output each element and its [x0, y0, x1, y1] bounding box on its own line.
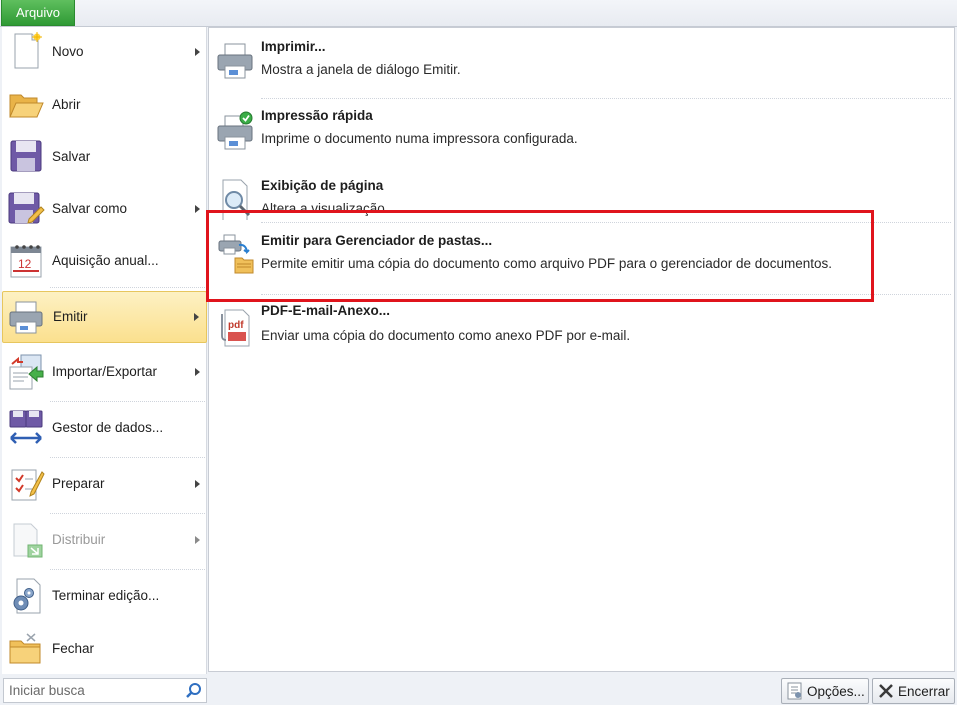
- close-icon: [879, 684, 893, 698]
- exit-label: Encerrar: [898, 684, 950, 699]
- search-icon[interactable]: [185, 682, 202, 699]
- file-tab[interactable]: Arquivo: [1, 0, 75, 26]
- submenu-item-imprimir[interactable]: Imprimir... Mostra a janela de diálogo E…: [209, 32, 954, 94]
- menu-item-label: Gestor de dados...: [52, 420, 164, 435]
- close-folder-icon: [9, 633, 41, 664]
- menu-item-salvar-como[interactable]: Salvar como: [2, 183, 207, 235]
- separator: [50, 457, 205, 458]
- menu-item-label: Terminar edição...: [52, 588, 160, 603]
- submenu-item-description: Enviar uma cópia do documento como anexo…: [261, 328, 631, 343]
- submenu-arrow-icon: [195, 480, 200, 488]
- menu-item-fechar[interactable]: Fechar: [2, 623, 207, 675]
- menu-item-novo[interactable]: Novo: [2, 27, 207, 79]
- submenu-arrow-icon: [195, 205, 200, 213]
- save-disk-icon: [10, 140, 42, 172]
- submenu-item-description: Imprime o documento numa impressora conf…: [261, 131, 578, 146]
- menu-item-aquisicao-anual[interactable]: 12 Aquisição anual...: [2, 235, 207, 287]
- menu-item-salvar[interactable]: Salvar: [2, 131, 207, 183]
- menu-item-terminar-edicao[interactable]: Terminar edição...: [2, 571, 207, 623]
- submenu-item-title: PDF-E-mail-Anexo...: [261, 303, 391, 318]
- menu-item-label: Preparar: [52, 476, 105, 491]
- separator: [50, 569, 205, 570]
- menu-item-preparar[interactable]: Preparar: [2, 459, 207, 511]
- submenu-item-title: Imprimir...: [261, 39, 326, 54]
- submenu-arrow-icon: [195, 48, 200, 56]
- import-export-icon: [9, 354, 44, 390]
- distribute-icon: [13, 523, 43, 558]
- quick-print-icon: [217, 111, 253, 150]
- menu-item-label: Emitir: [53, 309, 88, 324]
- separator: [261, 98, 951, 99]
- data-manager-icon: [9, 410, 43, 444]
- save-as-icon: [8, 192, 45, 224]
- exit-button[interactable]: Encerrar: [872, 678, 955, 704]
- menu-item-label: Importar/Exportar: [52, 364, 158, 379]
- submenu-item-title: Impressão rápida: [261, 108, 373, 123]
- separator: [50, 287, 205, 288]
- printer-icon: [217, 43, 253, 79]
- menu-item-label: Salvar: [52, 149, 91, 164]
- options-button[interactable]: Opções...: [781, 678, 869, 704]
- submenu-item-impressao-rapida[interactable]: Impressão rápida Imprime o documento num…: [209, 102, 954, 168]
- submenu-arrow-icon: [195, 536, 200, 544]
- options-icon: [787, 682, 802, 700]
- menu-item-label: Salvar como: [52, 201, 128, 216]
- menu-item-abrir[interactable]: Abrir: [2, 79, 207, 131]
- submenu-item-title: Exibição de página: [261, 178, 384, 193]
- submenu-item-description: Mostra a janela de diálogo Emitir.: [261, 62, 461, 77]
- options-label: Opções...: [807, 684, 865, 699]
- search-input[interactable]: [4, 679, 180, 702]
- svg-text:12: 12: [18, 257, 32, 271]
- submenu-item-pdf-email-anexo[interactable]: pdf PDF-E-mail-Anexo... Enviar uma cópia…: [209, 300, 954, 362]
- separator: [50, 513, 205, 514]
- highlight-annotation: [206, 210, 874, 302]
- menu-item-label: Aquisição anual...: [52, 253, 159, 268]
- menu-item-importar-exportar[interactable]: Importar/Exportar: [2, 347, 207, 399]
- menu-item-label: Distribuir: [52, 532, 106, 547]
- menu-item-distribuir[interactable]: Distribuir: [2, 515, 207, 567]
- ribbon-tab-strip: Arquivo: [0, 0, 957, 26]
- menu-item-label: Abrir: [52, 97, 81, 112]
- menu-item-label: Novo: [52, 44, 84, 59]
- separator: [50, 401, 205, 402]
- submenu-arrow-icon: [195, 368, 200, 376]
- svg-text:pdf: pdf: [228, 320, 244, 331]
- menu-item-gestor-de-dados[interactable]: Gestor de dados...: [2, 403, 207, 455]
- prepare-icon: [11, 469, 45, 501]
- menu-item-emitir[interactable]: Emitir: [2, 291, 207, 343]
- search-field[interactable]: [3, 678, 207, 703]
- left-menu: Novo Abrir Salvar Salvar como 12 Aquisiç…: [2, 27, 207, 674]
- pdf-attachment-icon: pdf: [221, 309, 250, 347]
- calendar-icon: 12: [10, 245, 42, 278]
- submenu-arrow-icon: [194, 313, 199, 321]
- new-document-icon: [14, 32, 42, 69]
- menu-item-label: Fechar: [52, 641, 95, 656]
- finish-edit-icon: [13, 578, 41, 614]
- printer-icon: [9, 301, 43, 334]
- emitir-submenu: Imprimir... Mostra a janela de diálogo E…: [208, 27, 955, 672]
- open-folder-icon: [9, 94, 44, 118]
